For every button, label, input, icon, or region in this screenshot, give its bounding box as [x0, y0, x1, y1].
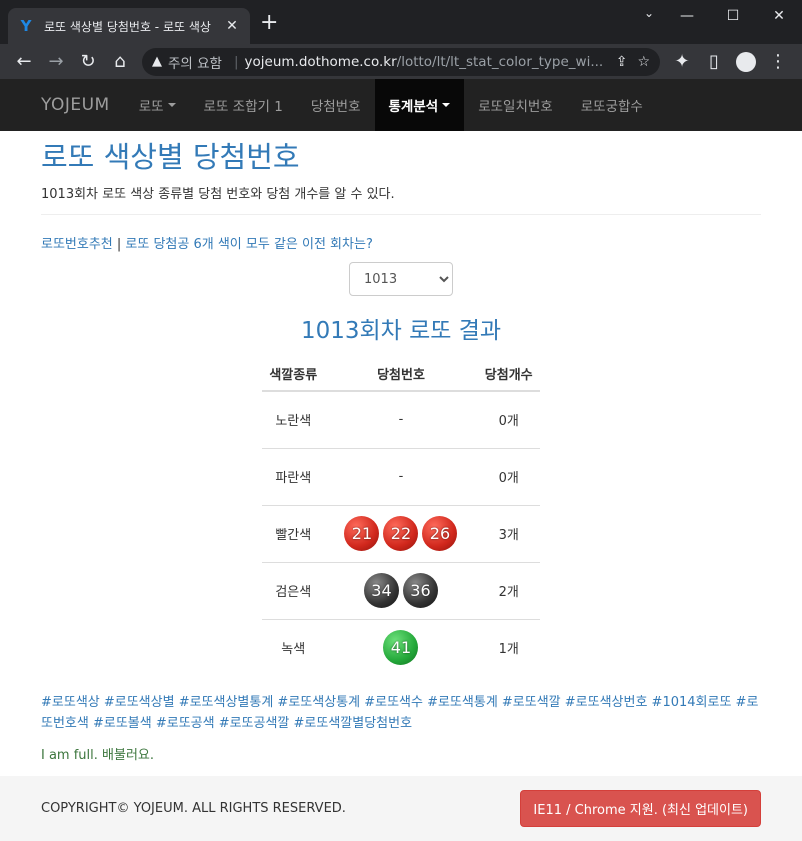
- share-icon[interactable]: ⇪: [616, 54, 628, 70]
- color-result-table: 색깔종류 당첨번호 당첨개수 노란색 - 0개 파란색 - 0개 빨간색 21 2…: [262, 357, 540, 676]
- tab-close-icon[interactable]: ✕: [224, 18, 240, 34]
- reload-icon[interactable]: ↻: [72, 48, 104, 76]
- nav-item-label: 통계분석: [388, 99, 439, 115]
- link-number-recommend[interactable]: 로또번호추천: [41, 237, 113, 252]
- round-select-wrap: 1013: [41, 262, 761, 296]
- maximize-icon[interactable]: ☐: [710, 0, 756, 32]
- table-header-row: 색깔종류 당첨번호 당첨개수: [262, 357, 540, 392]
- warning-triangle-icon[interactable]: ▲: [152, 54, 162, 69]
- chrome-menu-icon[interactable]: ⋮: [762, 48, 794, 76]
- window-controls: — ☐ ✕: [664, 0, 802, 32]
- cell-color: 녹색: [262, 618, 325, 676]
- browser-tabbar: Y 로또 색상별 당첨번호 - 로또 색상 ✕ + ⌄ — ☐ ✕: [0, 0, 802, 44]
- divider: [41, 214, 761, 215]
- side-panel-icon[interactable]: ▯: [698, 48, 730, 76]
- table-row: 노란색 - 0개: [262, 391, 540, 448]
- minimize-icon[interactable]: —: [664, 0, 710, 32]
- nav-item-label: 로또: [138, 99, 164, 115]
- browser-tab[interactable]: Y 로또 색상별 당첨번호 - 로또 색상 ✕: [8, 8, 250, 44]
- header-color-type: 색깔종류: [262, 357, 325, 392]
- table-row: 파란색 - 0개: [262, 447, 540, 505]
- main-content: 로또 색상별 당첨번호 1013회차 로또 색상 종류별 당첨 번호와 당첨 개…: [0, 137, 802, 763]
- cell-numbers: 21 22 26: [324, 504, 478, 562]
- cell-color: 빨간색: [262, 504, 325, 562]
- nav-item-match-numbers[interactable]: 로또일치번호: [464, 79, 567, 131]
- site-footer: COPYRIGHT© YOJEUM. ALL RIGHTS RESERVED. …: [0, 776, 802, 841]
- forward-arrow-icon[interactable]: →: [40, 48, 72, 76]
- caret-down-icon: [442, 103, 451, 107]
- cell-color: 검은색: [262, 561, 325, 619]
- lotto-ball: 36: [402, 573, 438, 608]
- header-count: 당첨개수: [477, 357, 540, 392]
- link-same-color-rounds[interactable]: 로또 당첨공 6개 색이 모두 같은 이전 회차는?: [125, 237, 372, 252]
- extensions-puzzle-icon[interactable]: ✦: [666, 48, 698, 76]
- nav-item-combinator[interactable]: 로또 조합기 1: [190, 79, 297, 131]
- table-row: 검은색 34 36 2개: [262, 561, 540, 619]
- header-winning-numbers: 당첨번호: [324, 357, 478, 392]
- cell-count: 0개: [498, 414, 519, 430]
- page-title: 로또 색상별 당첨번호: [41, 140, 300, 174]
- profile-avatar-icon[interactable]: [736, 51, 756, 72]
- cell-numbers: 34 36: [324, 561, 478, 619]
- table-row: 녹색 41 1개: [262, 618, 540, 676]
- tab-title: 로또 색상별 당첨번호 - 로또 색상: [44, 19, 211, 34]
- bookmark-star-icon[interactable]: ☆: [637, 54, 650, 70]
- related-links: 로또번호추천 | 로또 당첨공 6개 색이 모두 같은 이전 회차는?: [41, 233, 761, 252]
- cell-numbers: -: [324, 447, 478, 505]
- address-bar[interactable]: ▲ 주의 요함 | yojeum.dothome.co.kr /lotto/lt…: [142, 47, 660, 76]
- site-brand[interactable]: YOJEUM: [26, 95, 125, 115]
- cell-numbers: -: [398, 412, 404, 428]
- cell-count: 0개: [477, 447, 540, 505]
- site-navbar: YOJEUM 로또 로또 조합기 1 당첨번호 통계분석 로또일치번호 로또궁합…: [0, 79, 802, 131]
- back-arrow-icon[interactable]: ←: [8, 48, 40, 76]
- link-separator: |: [112, 237, 126, 252]
- round-select[interactable]: 1013: [349, 262, 453, 296]
- table-row: 빨간색 21 22 26 3개: [262, 504, 540, 562]
- browser-support-button[interactable]: IE11 / Chrome 지원. (최신 업데이트): [520, 790, 761, 827]
- new-tab-button[interactable]: +: [260, 12, 278, 34]
- cell-count: 1개: [477, 618, 540, 676]
- page-lead: 1013회차 로또 색상 종류별 당첨 번호와 당첨 개수를 알 수 있다.: [41, 187, 395, 202]
- cell-color: 노란색: [275, 414, 312, 430]
- cell-count: 2개: [477, 561, 540, 619]
- browser-toolbar: ← → ↻ ⌂ ▲ 주의 요함 | yojeum.dothome.co.kr /…: [0, 44, 802, 79]
- nav-item-lotto[interactable]: 로또: [125, 79, 190, 131]
- lotto-ball: 22: [383, 516, 419, 551]
- home-icon[interactable]: ⌂: [104, 48, 136, 76]
- yojeum-favicon-icon: Y: [20, 17, 32, 35]
- lotto-ball: 26: [422, 516, 458, 551]
- lotto-ball: 41: [383, 630, 419, 666]
- address-separator: |: [233, 53, 239, 70]
- security-label: 주의 요함: [168, 55, 222, 72]
- full-message: I am full. 배불러요.: [41, 748, 155, 763]
- result-title: 1013회차 로또 결과: [300, 318, 502, 344]
- nav-item-winning-numbers[interactable]: 당첨번호: [297, 79, 375, 131]
- tab-search-chevron-icon[interactable]: ⌄: [644, 6, 654, 20]
- address-host: yojeum.dothome.co.kr: [244, 53, 397, 70]
- hashtags: #로또색상 #로또색상별 #로또색상별통계 #로또색상통계 #로또색수 #로또색…: [41, 695, 759, 731]
- cell-numbers: 41: [324, 618, 478, 676]
- caret-down-icon: [167, 103, 176, 107]
- lotto-ball: 34: [363, 573, 399, 608]
- address-path: /lotto/lt/lt_stat_color_type_wi...: [396, 53, 604, 70]
- cell-count: 3개: [477, 504, 540, 562]
- cell-color: 파란색: [262, 447, 325, 505]
- nav-item-statistics[interactable]: 통계분석: [374, 79, 465, 131]
- window-close-icon[interactable]: ✕: [756, 0, 802, 32]
- copyright-text: COPYRIGHT© YOJEUM. ALL RIGHTS RESERVED.: [41, 801, 346, 816]
- nav-item-compatibility[interactable]: 로또궁합수: [567, 79, 657, 131]
- lotto-ball: 21: [344, 516, 380, 551]
